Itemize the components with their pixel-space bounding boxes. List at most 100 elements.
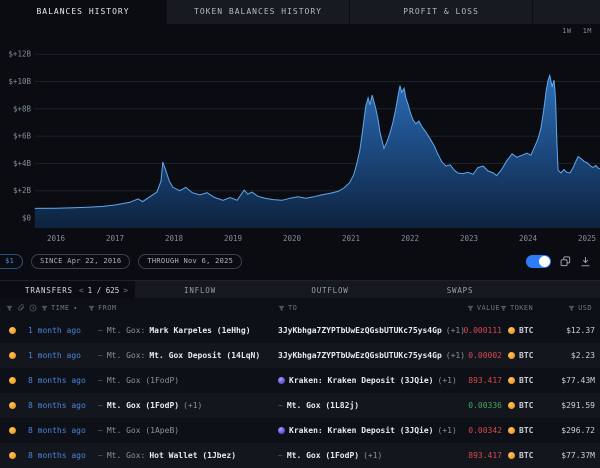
- transfer-time-link[interactable]: 8 months ago: [28, 418, 86, 443]
- table-row[interactable]: 1 month ago ~Mt. Gox:Mark Karpeles (1eHhg…: [0, 318, 600, 343]
- entity-label[interactable]: Mt. Gox:: [107, 351, 146, 360]
- from-cell: ~ Mt. Gox:Hot Wallet (1Jbez): [98, 443, 240, 468]
- bitcoin-chain-icon: [9, 352, 16, 359]
- x-tick-label: 2025: [578, 234, 596, 243]
- entity-label[interactable]: Mt. Gox (1FodP): [107, 376, 179, 385]
- entity-label[interactable]: Hot Wallet (1Jbez): [149, 451, 236, 460]
- entity-label[interactable]: Kraken: Kraken Deposit (3JQie): [289, 426, 434, 435]
- table-header: TIME▾ FROM TO VALUE TOKEN USD: [0, 298, 600, 319]
- transfers-tab-group: TRANSFERS < 1 / 625 >: [0, 281, 135, 299]
- column-header-from[interactable]: FROM: [88, 298, 116, 318]
- entity-label[interactable]: Mt. Gox Deposit (14LqN): [149, 351, 260, 360]
- btc-token-icon: [508, 402, 515, 409]
- kraken-icon: [278, 427, 285, 434]
- clock-icon[interactable]: [29, 298, 37, 318]
- tab-balances-history[interactable]: BALANCES HISTORY: [0, 0, 167, 24]
- page-prev-button[interactable]: <: [79, 286, 84, 295]
- entity-label[interactable]: Mt. Gox (1L82j): [287, 401, 359, 410]
- to-cell: 3JyKbhga7ZYPTbUwEzQGsbUTUKc75ys4Gp (+1): [278, 343, 469, 368]
- toggle-switch[interactable]: [526, 255, 551, 268]
- sort-caret-icon: ▾: [73, 305, 77, 312]
- y-tick-label: $+8B: [13, 104, 32, 113]
- entity-label[interactable]: Mt. Gox:: [107, 451, 146, 460]
- entity-label[interactable]: Kraken: Kraken Deposit (3JQie): [289, 376, 434, 385]
- filter-funnel-icon[interactable]: [6, 298, 13, 318]
- entity-label[interactable]: (+1): [446, 326, 465, 335]
- y-tick-label: $+12B: [8, 50, 31, 59]
- transfer-time-link[interactable]: 8 months ago: [28, 393, 86, 418]
- entity-label[interactable]: Mt. Gox (1FodP): [287, 451, 359, 460]
- tab-inflow[interactable]: INFLOW: [135, 286, 265, 295]
- entity-label[interactable]: 3JyKbhga7ZYPTbUwEzQGsbUTUKc75ys4Gp: [278, 326, 442, 335]
- bitcoin-chain-icon: [9, 402, 16, 409]
- usd-amount: $291.59: [561, 393, 595, 418]
- x-tick-label: 2020: [283, 234, 302, 243]
- balance-history-chart[interactable]: $+12B$+10B$+8B$+6B$+4B$+2B$0201620172018…: [0, 42, 600, 247]
- column-header-usd[interactable]: USD: [568, 298, 592, 318]
- table-row[interactable]: 8 months ago~Mt. Gox (1FodP)(+1)~Mt. Gox…: [0, 393, 600, 418]
- table-row[interactable]: 1 month ago~Mt. Gox:Mt. Gox Deposit (14L…: [0, 343, 600, 368]
- column-header-value[interactable]: VALUE: [467, 298, 500, 318]
- to-cell: ~Mt. Gox (1FodP)(+1): [278, 443, 386, 468]
- entity-label[interactable]: Mt. Gox:: [107, 326, 146, 335]
- x-tick-label: 2022: [401, 234, 419, 243]
- tab-token-balances-history[interactable]: TOKEN BALANCES HISTORY: [167, 0, 350, 24]
- range-1w-button[interactable]: 1W: [562, 27, 571, 35]
- btc-token-icon: [508, 352, 515, 359]
- filter-chips-row: USD ≥ $1 SINCE Apr 22, 2016 THROUGH Nov …: [0, 251, 600, 271]
- through-date-chip[interactable]: THROUGH Nov 6, 2025: [138, 254, 242, 269]
- token-symbol: BTC: [519, 343, 533, 368]
- column-header-to[interactable]: TO: [278, 298, 297, 318]
- tab-bar-filler: [533, 0, 600, 24]
- usd-filter-chip[interactable]: USD ≥ $1: [0, 254, 23, 269]
- entity-label[interactable]: 3JyKbhga7ZYPTbUwEzQGsbUTUKc75ys4Gp: [278, 351, 442, 360]
- transfer-time-link[interactable]: 1 month ago: [28, 343, 81, 368]
- btc-token-icon: [508, 327, 515, 334]
- transfer-time-link[interactable]: 8 months ago: [28, 368, 86, 393]
- range-1m-button[interactable]: 1M: [583, 27, 592, 35]
- pagination: < 1 / 625 >: [79, 286, 128, 295]
- entity-label[interactable]: (+1): [183, 401, 202, 410]
- address-prefix: ~: [98, 451, 103, 460]
- transfer-value: 0.00002: [468, 343, 502, 368]
- column-header-time[interactable]: TIME▾: [41, 298, 77, 318]
- entity-label[interactable]: (+1): [438, 426, 457, 435]
- token-symbol: BTC: [519, 318, 533, 343]
- entity-label[interactable]: (+1): [363, 451, 382, 460]
- token-symbol: BTC: [519, 393, 533, 418]
- tab-outflow[interactable]: OUTFLOW: [265, 286, 395, 295]
- y-tick-label: $+2B: [13, 186, 32, 195]
- entity-label[interactable]: Mt. Gox (1ApeB): [107, 426, 179, 435]
- balances-history-page: BALANCES HISTORY TOKEN BALANCES HISTORY …: [0, 0, 600, 468]
- tab-profit-and-loss[interactable]: PROFIT & LOSS: [350, 0, 533, 24]
- transfer-time-link[interactable]: 8 months ago: [28, 443, 86, 468]
- column-header-token[interactable]: TOKEN: [500, 298, 533, 318]
- paperclip-icon[interactable]: [17, 298, 25, 318]
- entity-label[interactable]: (+1): [438, 376, 457, 385]
- download-icon[interactable]: [580, 256, 591, 267]
- since-date-chip[interactable]: SINCE Apr 22, 2016: [31, 254, 130, 269]
- table-row[interactable]: 8 months ago~Mt. Gox (1FodP)Kraken: Krak…: [0, 368, 600, 393]
- y-tick-label: $0: [22, 214, 32, 223]
- btc-token-icon: [508, 377, 515, 384]
- to-cell: Kraken: Kraken Deposit (3JQie) (+1): [278, 418, 461, 443]
- tab-swaps[interactable]: SWAPS: [395, 286, 525, 295]
- entity-label[interactable]: (+1): [446, 351, 465, 360]
- from-cell: ~Mt. Gox (1ApeB): [98, 418, 183, 443]
- token-symbol: BTC: [519, 418, 533, 443]
- entity-label[interactable]: Mt. Gox (1FodP): [107, 401, 179, 410]
- entity-label[interactable]: Mark Karpeles (1eHhg): [149, 326, 250, 335]
- y-tick-label: $+10B: [8, 77, 31, 86]
- transfer-time-link[interactable]: 1 month ago: [28, 318, 81, 343]
- transfer-value: 893.417: [468, 368, 502, 393]
- bitcoin-chain-icon: [9, 327, 16, 334]
- from-cell: ~Mt. Gox:Mark Karpeles (1eHhg): [98, 318, 255, 343]
- tab-transfers[interactable]: TRANSFERS: [25, 286, 73, 295]
- btc-token-icon: [508, 427, 515, 434]
- address-prefix: ~: [278, 401, 283, 410]
- page-next-button[interactable]: >: [123, 286, 128, 295]
- copy-icon[interactable]: [560, 256, 571, 267]
- x-tick-label: 2018: [165, 234, 184, 243]
- table-row[interactable]: 8 months ago ~ Mt. Gox:Hot Wallet (1Jbez)~…: [0, 443, 600, 468]
- table-row[interactable]: 8 months ago ~Mt. Gox (1ApeB) Kraken: Krak…: [0, 418, 600, 443]
